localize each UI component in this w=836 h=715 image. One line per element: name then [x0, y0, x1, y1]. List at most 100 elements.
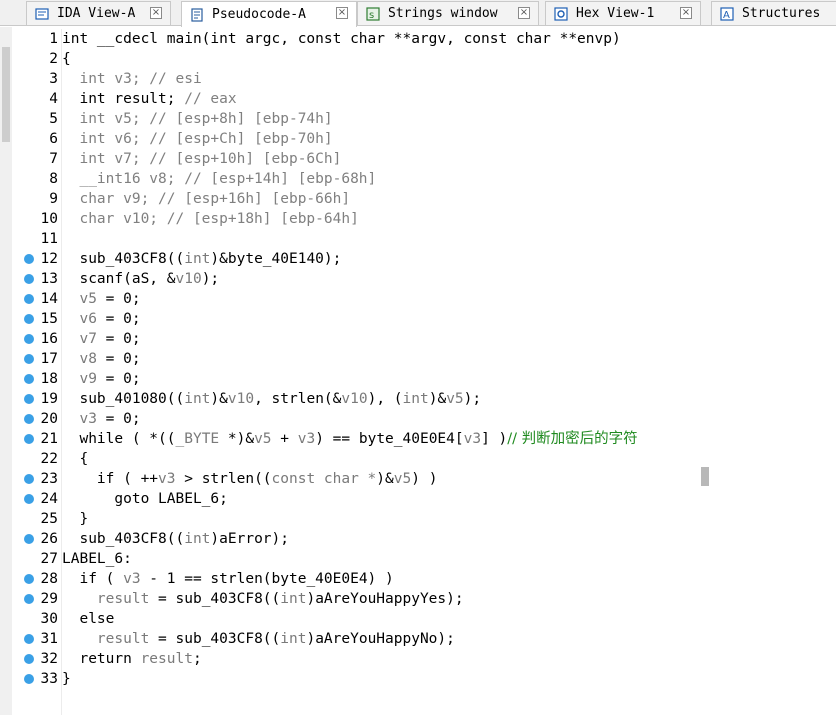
code-line[interactable]: 23 if ( ++v3 > strlen((const char *)&v5)… — [12, 469, 836, 489]
code-text[interactable]: } — [62, 669, 71, 689]
close-icon[interactable]: × — [336, 7, 348, 19]
close-icon[interactable]: × — [680, 7, 692, 19]
code-text[interactable]: v3 = 0; — [62, 409, 140, 429]
code-line[interactable]: 32 return result; — [12, 649, 836, 669]
code-line[interactable]: 1 int __cdecl main(int argc, const char *… — [12, 29, 836, 49]
code-line[interactable]: 25 } — [12, 509, 836, 529]
breakpoint-dot-icon[interactable] — [24, 394, 34, 404]
code-text[interactable]: int v7; // [esp+10h] [ebp-6Ch] — [62, 149, 341, 169]
code-line[interactable]: 26 sub_403CF8((int)aError); — [12, 529, 836, 549]
breakpoint-dot-icon[interactable] — [24, 574, 34, 584]
breakpoint-dot-icon[interactable] — [24, 314, 34, 324]
tab-structures[interactable]: A Structures — [711, 1, 836, 25]
breakpoint-dot-icon[interactable] — [24, 274, 34, 284]
code-text[interactable]: result = sub_403CF8((int)aAreYouHappyNo)… — [62, 629, 455, 649]
tab-ida-view-a[interactable]: IDA View-A × — [26, 1, 171, 25]
code-line[interactable]: 31 result = sub_403CF8((int)aAreYouHappy… — [12, 629, 836, 649]
breakpoint-dot-icon[interactable] — [24, 634, 34, 644]
code-line[interactable]: 20 v3 = 0; — [12, 409, 836, 429]
code-text[interactable]: char v10; // [esp+18h] [ebp-64h] — [62, 209, 358, 229]
code-line[interactable]: 2{ — [12, 49, 836, 69]
code-token: // eax — [184, 91, 237, 107]
code-line[interactable]: 4 int result; // eax — [12, 89, 836, 109]
tab-hex-view-1[interactable]: Hex View-1 × — [545, 1, 701, 25]
code-text[interactable]: } — [62, 509, 88, 529]
code-line[interactable]: 16 v7 = 0; — [12, 329, 836, 349]
breakpoint-dot-icon[interactable] — [24, 334, 34, 344]
breakpoint-dot-icon[interactable] — [24, 594, 34, 604]
code-line[interactable]: 9 char v9; // [esp+16h] [ebp-66h] — [12, 189, 836, 209]
code-token: = 0; — [96, 351, 141, 367]
code-text[interactable]: { — [62, 49, 71, 69]
breakpoint-dot-icon[interactable] — [24, 414, 34, 424]
code-text[interactable]: LABEL_6: — [62, 549, 132, 569]
breakpoint-dot-icon[interactable] — [24, 374, 34, 384]
code-text[interactable]: if ( v3 - 1 == strlen(byte_40E0E4) ) — [62, 569, 393, 589]
code-line[interactable]: 12 sub_403CF8((int)&byte_40E140); — [12, 249, 836, 269]
breakpoint-dot-icon[interactable] — [24, 434, 34, 444]
ida-view-icon — [35, 7, 49, 21]
code-text[interactable]: { — [62, 449, 88, 469]
code-text[interactable]: v8 = 0; — [62, 349, 141, 369]
code-line[interactable]: 10 char v10; // [esp+18h] [ebp-64h] — [12, 209, 836, 229]
breakpoint-dot-icon[interactable] — [24, 674, 34, 684]
code-line[interactable]: 8 __int16 v8; // [esp+14h] [ebp-68h] — [12, 169, 836, 189]
scrollbar-thumb[interactable] — [2, 47, 10, 142]
code-text[interactable]: sub_403CF8((int)aError); — [62, 529, 289, 549]
code-text[interactable]: sub_403CF8((int)&byte_40E140); — [62, 249, 341, 269]
breakpoint-dot-icon[interactable] — [24, 354, 34, 364]
breakpoint-dot-icon[interactable] — [24, 474, 34, 484]
code-text[interactable]: else — [62, 609, 114, 629]
breakpoint-dot-icon[interactable] — [24, 254, 34, 264]
code-text[interactable]: int v5; // [esp+8h] [ebp-74h] — [62, 109, 332, 129]
code-line[interactable]: 5 int v5; // [esp+8h] [ebp-74h] — [12, 109, 836, 129]
code-token: int — [280, 591, 307, 607]
code-line[interactable]: 15 v6 = 0; — [12, 309, 836, 329]
close-icon[interactable]: × — [518, 7, 530, 19]
code-text[interactable]: __int16 v8; // [esp+14h] [ebp-68h] — [62, 169, 376, 189]
code-token: ; — [192, 651, 202, 667]
breakpoint-dot-icon[interactable] — [24, 494, 34, 504]
close-icon[interactable]: × — [150, 7, 162, 19]
code-line[interactable]: 22 { — [12, 449, 836, 469]
code-text[interactable]: int __cdecl main(int argc, const char **… — [62, 29, 621, 49]
code-line[interactable]: 33} — [12, 669, 836, 689]
breakpoint-dot-icon[interactable] — [24, 534, 34, 544]
code-line[interactable]: 11 — [12, 229, 836, 249]
code-text[interactable]: while ( *((_BYTE *)&v5 + v3) == byte_40E… — [62, 429, 637, 449]
code-text[interactable]: result = sub_403CF8((int)aAreYouHappyYes… — [62, 589, 464, 609]
breakpoint-dot-icon[interactable] — [24, 294, 34, 304]
code-line[interactable]: 21 while ( *((_BYTE *)&v5 + v3) == byte_… — [12, 429, 836, 449]
pseudocode-view[interactable]: 1 int __cdecl main(int argc, const char *… — [12, 29, 836, 689]
code-text[interactable]: char v9; // [esp+16h] [ebp-66h] — [62, 189, 350, 209]
code-line[interactable]: 18 v9 = 0; — [12, 369, 836, 389]
vertical-scrollbar[interactable] — [0, 27, 12, 715]
code-line[interactable]: 13 scanf(aS, &v10); — [12, 269, 836, 289]
code-text[interactable]: scanf(aS, &v10); — [62, 269, 219, 289]
code-line[interactable]: 27 LABEL_6: — [12, 549, 836, 569]
breakpoint-dot-icon[interactable] — [24, 654, 34, 664]
code-line[interactable]: 28 if ( v3 - 1 == strlen(byte_40E0E4) ) — [12, 569, 836, 589]
code-line[interactable]: 7 int v7; // [esp+10h] [ebp-6Ch] — [12, 149, 836, 169]
code-text[interactable]: goto LABEL_6; — [62, 489, 228, 509]
code-text[interactable]: if ( ++v3 > strlen((const char *)&v5) ) — [62, 469, 438, 489]
code-line[interactable]: 14 v5 = 0; — [12, 289, 836, 309]
code-line[interactable]: 6 int v6; // [esp+Ch] [ebp-70h] — [12, 129, 836, 149]
code-text[interactable]: v9 = 0; — [62, 369, 140, 389]
code-line[interactable]: 30 else — [12, 609, 836, 629]
code-text[interactable]: return result; — [62, 649, 202, 669]
code-text[interactable]: int result; // eax — [62, 89, 237, 109]
code-text[interactable]: int v3; // esi — [62, 69, 201, 89]
code-line[interactable]: 3 int v3; // esi — [12, 69, 836, 89]
tab-strings-window[interactable]: s Strings window × — [357, 1, 539, 25]
code-line[interactable]: 17 v8 = 0; — [12, 349, 836, 369]
code-text[interactable]: int v6; // [esp+Ch] [ebp-70h] — [62, 129, 332, 149]
code-line[interactable]: 24 goto LABEL_6; — [12, 489, 836, 509]
code-line[interactable]: 29 result = sub_403CF8((int)aAreYouHappy… — [12, 589, 836, 609]
code-line[interactable]: 19 sub_401080((int)&v10, strlen(&v10), (… — [12, 389, 836, 409]
code-text[interactable]: v7 = 0; — [62, 329, 140, 349]
code-text[interactable]: v6 = 0; — [62, 309, 140, 329]
code-text[interactable]: sub_401080((int)&v10, strlen(&v10), (int… — [62, 389, 481, 409]
code-text[interactable]: v5 = 0; — [62, 289, 140, 309]
tab-pseudocode-a[interactable]: Pseudocode-A × — [181, 1, 357, 27]
